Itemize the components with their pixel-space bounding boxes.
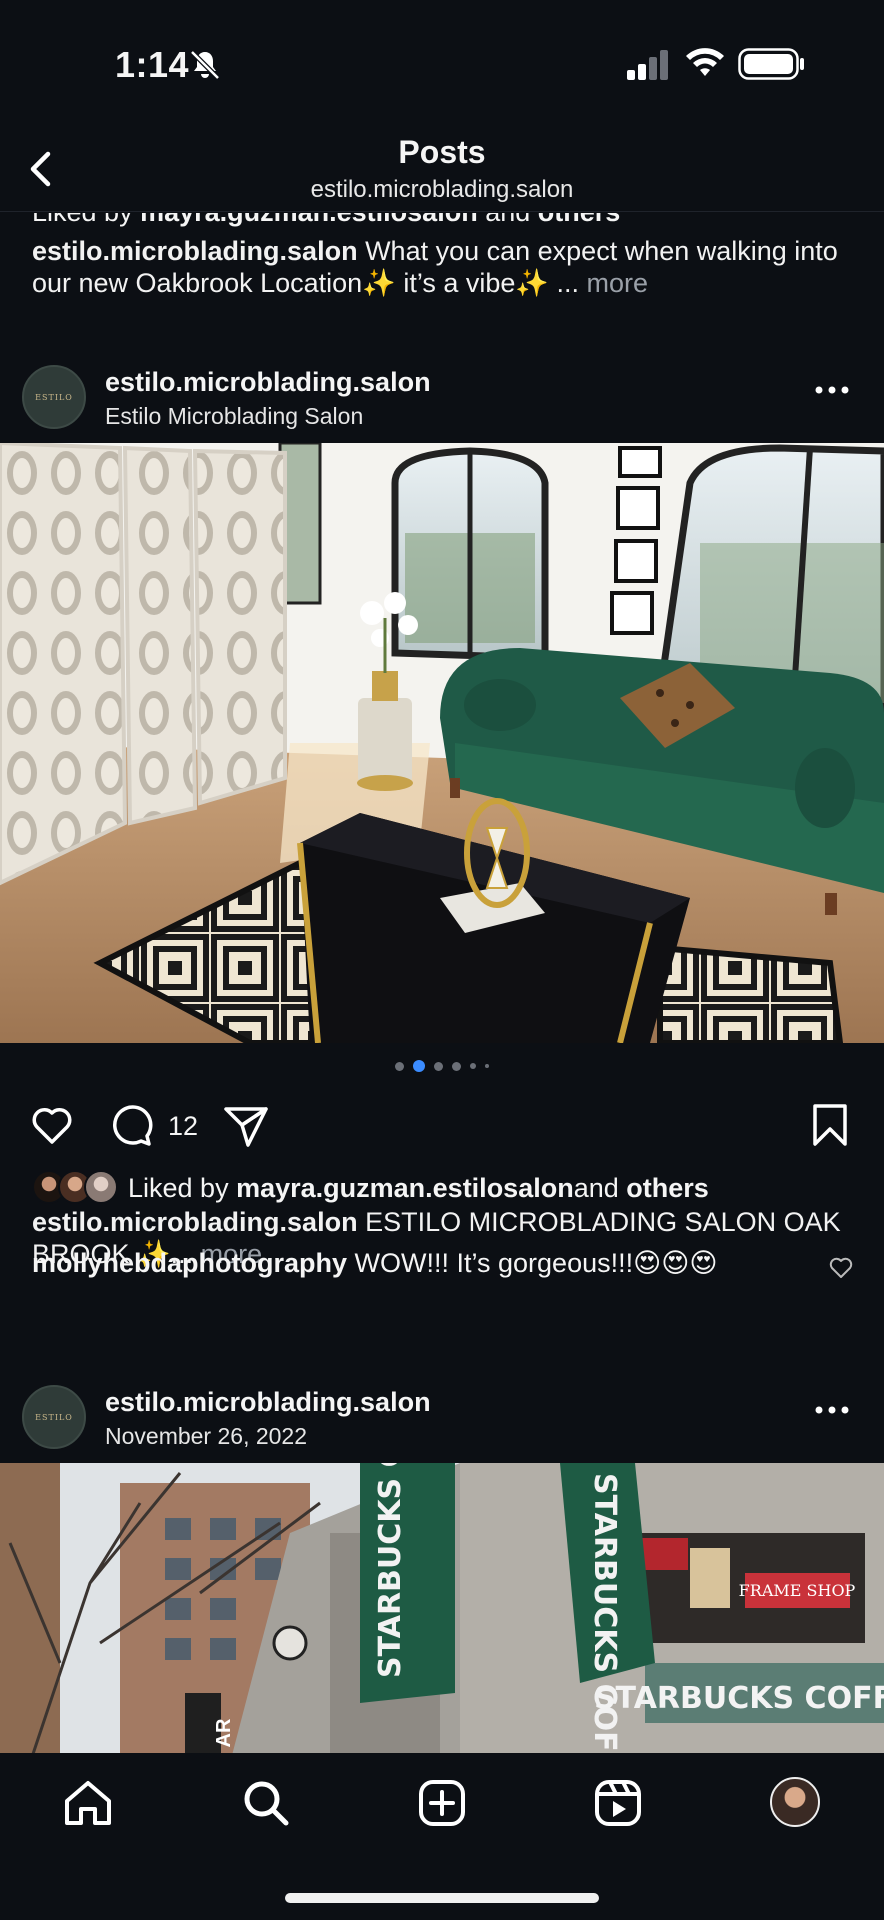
home-indicator (285, 1893, 599, 1903)
liked-user-link[interactable]: mayra.guzman.estilosalon (140, 213, 478, 227)
comment-preview[interactable]: mollyhebdaphotography WOW!!! It’s gorgeo… (32, 1248, 862, 1284)
home-icon[interactable] (62, 1777, 114, 1829)
wifi-icon (686, 48, 724, 76)
banner-right-text: STARBUCKS COFFEE (587, 1473, 622, 1753)
avatar[interactable]: ESTILO (22, 365, 86, 429)
liked-by-row[interactable]: Liked by mayra.guzman.estilosalon and ot… (32, 1168, 709, 1208)
carousel-dot (452, 1061, 461, 1071)
post-username[interactable]: estilo.microblading.salon (105, 367, 431, 398)
status-time: 1:14 (115, 44, 190, 85)
comment-count: 12 (168, 1111, 199, 1141)
avatar (84, 1170, 118, 1204)
banner-left-text: STARBUCKS COFFEE (373, 1463, 408, 1678)
bookmark-icon[interactable] (806, 1101, 854, 1149)
share-send-icon[interactable] (222, 1101, 270, 1149)
post-photo-salon-interior[interactable] (0, 443, 884, 1043)
page-subtitle: estilo.microblading.salon (310, 176, 574, 203)
liked-user-link[interactable]: mayra.guzman.estilosalon (236, 1173, 574, 1204)
liker-avatars (32, 1170, 120, 1206)
post-location[interactable]: Estilo Microblading Salon (105, 403, 363, 430)
carousel-dot-active (413, 1060, 425, 1072)
liked-by-row[interactable]: Liked by mayra.guzman.estilosalon and ot… (32, 213, 620, 228)
post-photo-storefront[interactable]: FRAME SHOP STARBUCKS COFFEE AR STARBUCKS… (0, 1463, 884, 1753)
instagram-posts-screen: 1:14 Posts estilo.microblading.salon est… (0, 0, 884, 1920)
comment-text: WOW!!! It’s gorgeous!!!😍😍😍 (347, 1248, 718, 1278)
page-title: Posts (398, 134, 486, 170)
status-bar: 1:14 (0, 0, 884, 120)
avatar-logo-text: ESTILO (35, 1412, 73, 1422)
liked-others-link[interactable]: others (538, 213, 621, 227)
store-sign-text: STARBUCKS COFFEE (594, 1681, 884, 1716)
liked-others-link[interactable]: others (626, 1173, 709, 1204)
carousel-dot (434, 1061, 443, 1071)
post-caption: estilo.microblading.salon What you can e… (32, 235, 862, 299)
post-header: ESTILO estilo.microblading.salon Estilo … (0, 353, 884, 443)
reels-icon[interactable] (592, 1777, 644, 1829)
caption-username[interactable]: estilo.microblading.salon (32, 1207, 358, 1237)
post-actions: 12 (0, 1091, 884, 1161)
battery-icon (738, 48, 804, 80)
caption-username[interactable]: estilo.microblading.salon (32, 236, 358, 266)
comment-like-icon[interactable] (828, 1256, 854, 1280)
avatar[interactable]: ESTILO (22, 1385, 86, 1449)
posts-feed[interactable]: Liked by mayra.guzman.estilosalon and ot… (0, 213, 884, 1753)
create-post-icon[interactable] (416, 1777, 468, 1829)
window-sign-text: FRAME SHOP (739, 1581, 856, 1600)
avatar-logo-text: ESTILO (35, 392, 73, 402)
carousel-dot (485, 1064, 489, 1068)
page-header: Posts estilo.microblading.salon (0, 120, 884, 212)
carousel-dot (395, 1061, 404, 1071)
more-options-icon[interactable] (814, 1403, 850, 1417)
bell-slash-icon (190, 50, 220, 80)
search-icon[interactable] (240, 1777, 292, 1829)
comment-bubble-icon[interactable] (108, 1101, 156, 1149)
carousel-indicator (0, 1056, 884, 1076)
post-date: November 26, 2022 (105, 1423, 308, 1449)
post-username[interactable]: estilo.microblading.salon (105, 1387, 431, 1418)
post-header: ESTILO estilo.microblading.salon Novembe… (0, 1373, 884, 1463)
profile-avatar[interactable] (770, 1777, 820, 1827)
like-heart-icon[interactable] (28, 1101, 76, 1149)
comment-username[interactable]: mollyhebdaphotography (32, 1248, 347, 1278)
cellular-signal-icon (627, 50, 668, 80)
carousel-dot (470, 1063, 476, 1069)
more-link[interactable]: more (587, 268, 649, 298)
more-options-icon[interactable] (814, 383, 850, 397)
pole-sign-text: AR (213, 1718, 235, 1747)
bottom-tab-bar (0, 1753, 884, 1920)
